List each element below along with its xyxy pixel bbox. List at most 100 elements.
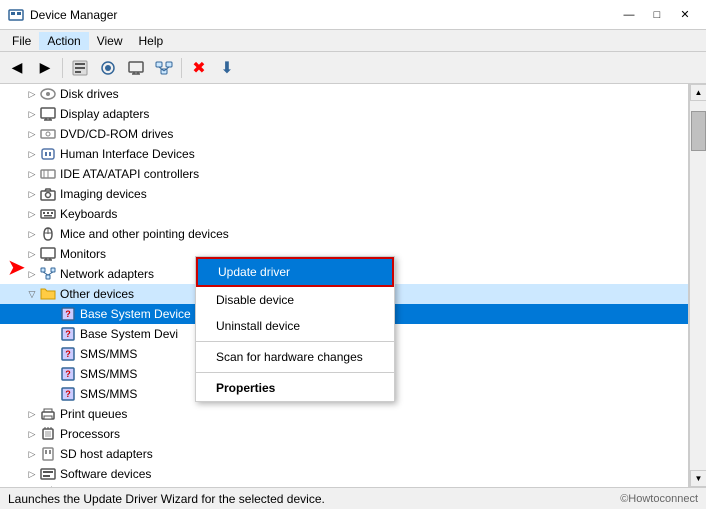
tree-item-dvd[interactable]: ▷ DVD/CD-ROM drives (0, 124, 688, 144)
tree-label: Keyboards (60, 207, 117, 221)
window-title: Device Manager (30, 8, 616, 22)
tree-item-sound[interactable]: ▷ Sound, video and game controllers (0, 484, 688, 487)
svg-text:?: ? (65, 329, 71, 339)
keyboard-icon (40, 206, 56, 222)
sms-icon1: ? (60, 346, 76, 362)
expand-icon (44, 306, 60, 322)
expand-icon: ▷ (24, 226, 40, 242)
title-bar: Device Manager — □ ✕ (0, 0, 706, 30)
tree-item-mice[interactable]: ▷ Mice and other pointing devices (0, 224, 688, 244)
software-icon (40, 466, 56, 482)
expand-icon: ▷ (24, 106, 40, 122)
context-menu-separator2 (196, 372, 394, 373)
expand-icon: ▷ (24, 186, 40, 202)
camera-icon (40, 186, 56, 202)
app-icon (8, 7, 24, 23)
tree-label: Base System Devi (80, 327, 178, 341)
status-bar: Launches the Update Driver Wizard for th… (0, 487, 706, 509)
toolbar-properties[interactable] (67, 55, 93, 81)
window-controls: — □ ✕ (616, 5, 698, 25)
watermark: ©Howtoconnect (620, 493, 698, 505)
printer-icon (40, 406, 56, 422)
tree-label: SMS/MMS (80, 347, 137, 361)
processor-icon (40, 426, 56, 442)
svg-text:?: ? (65, 349, 71, 359)
status-text: Launches the Update Driver Wizard for th… (8, 492, 325, 506)
scrollbar[interactable]: ▲ ▼ (689, 84, 706, 487)
menu-file[interactable]: File (4, 32, 39, 50)
tree-label: SMS/MMS (80, 387, 137, 401)
tree-item-print[interactable]: ▷ Print queues (0, 404, 688, 424)
tree-label: Print queues (60, 407, 127, 421)
disk-icon (40, 86, 56, 102)
toolbar-uninstall[interactable]: ✖ (186, 55, 212, 81)
mouse-icon (40, 226, 56, 242)
context-menu-properties[interactable]: Properties (196, 375, 394, 401)
tree-label: Display adapters (60, 107, 149, 121)
toolbar: ◀ ▶ ✖ ⬇ (0, 52, 706, 84)
red-arrow-indicator: ➤ (8, 255, 25, 280)
svg-text:?: ? (65, 369, 71, 379)
tree-item-software[interactable]: ▷ Software devices (0, 464, 688, 484)
folder-icon (40, 286, 56, 302)
display-icon (40, 106, 56, 122)
tree-item-display[interactable]: ▷ Display adapters (0, 104, 688, 124)
ide-icon (40, 166, 56, 182)
menu-action[interactable]: Action (39, 32, 88, 50)
tree-item-keyboards[interactable]: ▷ Keyboards (0, 204, 688, 224)
expand-icon: ▽ (24, 286, 40, 302)
minimize-button[interactable]: — (616, 5, 642, 25)
toolbar-scan[interactable] (95, 55, 121, 81)
expand-icon: ▷ (24, 246, 40, 262)
toolbar-monitor[interactable] (123, 55, 149, 81)
expand-icon: ▷ (24, 406, 40, 422)
tree-label: DVD/CD-ROM drives (60, 127, 173, 141)
tree-label: Imaging devices (60, 187, 147, 201)
unknown-device-icon2: ? (60, 326, 76, 342)
toolbar-sep-2 (181, 58, 182, 78)
toolbar-back[interactable]: ◀ (4, 55, 30, 81)
tree-item-disk-drives[interactable]: ▷ Disk drives (0, 84, 688, 104)
context-menu-uninstall[interactable]: Uninstall device (196, 313, 394, 339)
menu-bar: File Action View Help (0, 30, 706, 52)
tree-label: Human Interface Devices (60, 147, 195, 161)
maximize-button[interactable]: □ (644, 5, 670, 25)
tree-label: Mice and other pointing devices (60, 227, 229, 241)
scrollbar-track[interactable] (690, 101, 706, 470)
sound-icon (40, 486, 56, 487)
tree-item-ide[interactable]: ▷ IDE ATA/ATAPI controllers (0, 164, 688, 184)
tree-label: Base System Device (80, 307, 191, 321)
tree-label: SD host adapters (60, 447, 153, 461)
svg-text:?: ? (65, 389, 71, 399)
scroll-up-button[interactable]: ▲ (690, 84, 706, 101)
tree-label: Processors (60, 427, 120, 441)
device-tree[interactable]: ➤ ▷ Disk drives ▷ Display adapters ▷ DVD… (0, 84, 689, 487)
sms-icon3: ? (60, 386, 76, 402)
network-icon (40, 266, 56, 282)
tree-item-sd[interactable]: ▷ SD host adapters (0, 444, 688, 464)
context-menu-disable[interactable]: Disable device (196, 287, 394, 313)
context-menu-update-driver[interactable]: Update driver (196, 257, 394, 287)
tree-item-imaging[interactable]: ▷ Imaging devices (0, 184, 688, 204)
menu-help[interactable]: Help (131, 32, 172, 50)
menu-view[interactable]: View (89, 32, 131, 50)
monitor-icon (40, 246, 56, 262)
tree-label: Network adapters (60, 267, 154, 281)
context-menu: Update driver Disable device Uninstall d… (195, 256, 395, 402)
expand-icon: ▷ (24, 486, 40, 487)
expand-icon: ▷ (24, 166, 40, 182)
toolbar-update[interactable]: ⬇ (214, 55, 240, 81)
tree-item-processors[interactable]: ▷ Processors (0, 424, 688, 444)
scroll-down-button[interactable]: ▼ (690, 470, 706, 487)
dvd-icon (40, 126, 56, 142)
expand-icon (44, 386, 60, 402)
toolbar-forward[interactable]: ▶ (32, 55, 58, 81)
context-menu-separator (196, 341, 394, 342)
tree-item-hid[interactable]: ▷ Human Interface Devices (0, 144, 688, 164)
context-menu-scan[interactable]: Scan for hardware changes (196, 344, 394, 370)
scrollbar-thumb[interactable] (691, 111, 706, 151)
close-button[interactable]: ✕ (672, 5, 698, 25)
expand-icon: ▷ (24, 426, 40, 442)
toolbar-network[interactable] (151, 55, 177, 81)
tree-label: Monitors (60, 247, 106, 261)
